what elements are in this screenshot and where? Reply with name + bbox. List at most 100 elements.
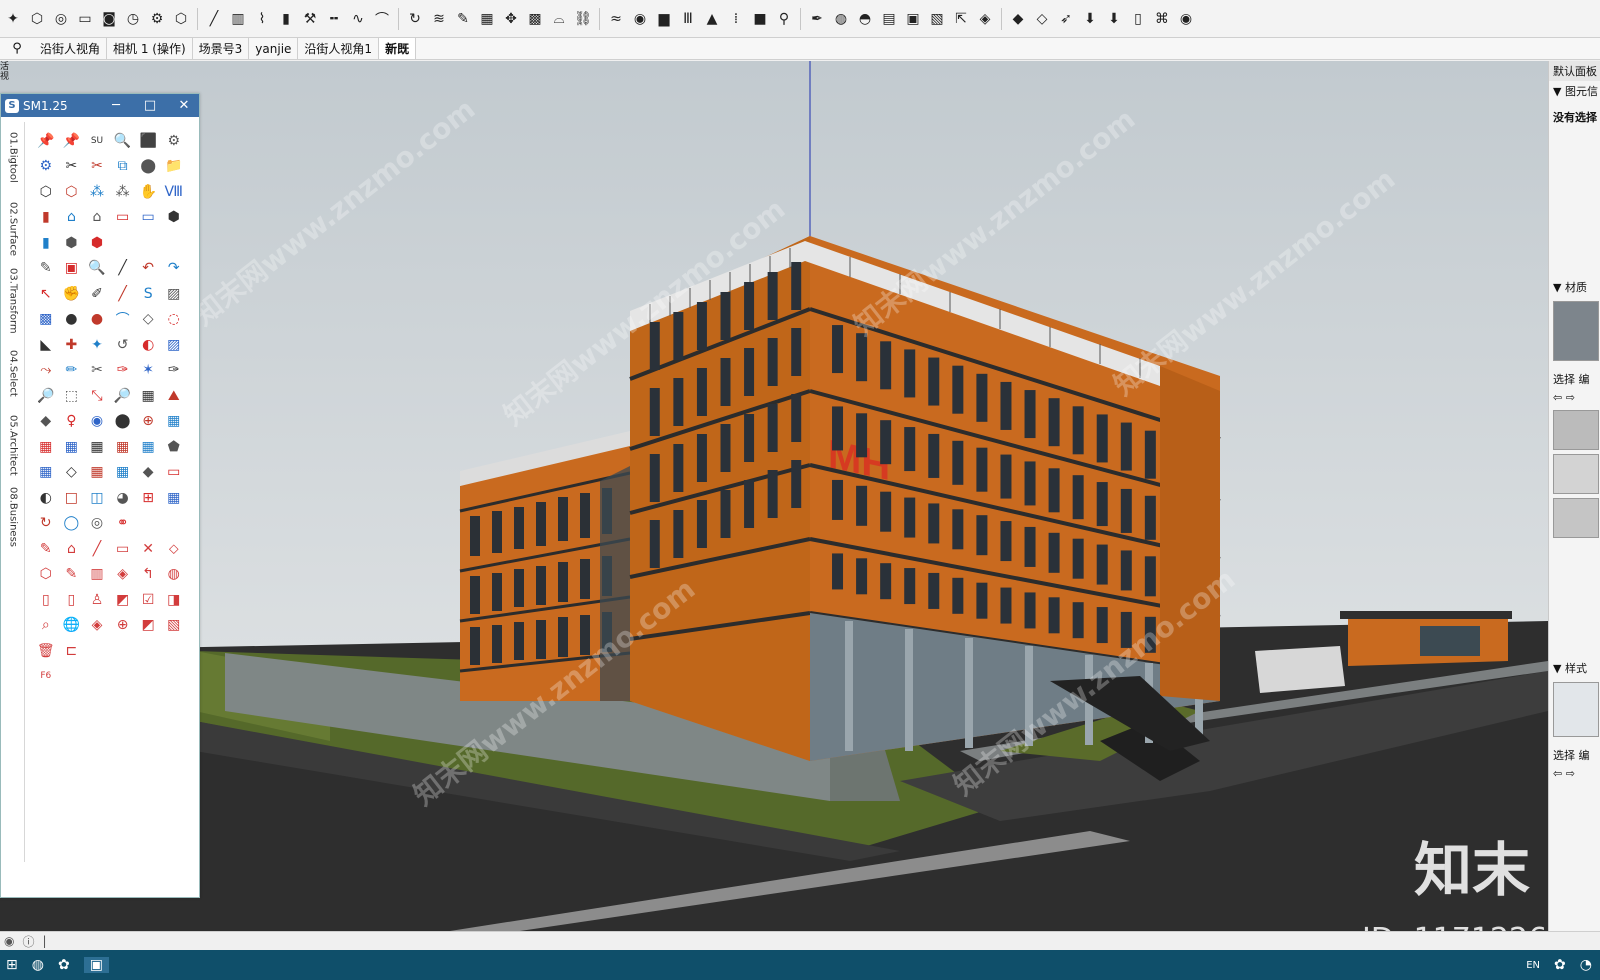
sm-tool-icon[interactable]: ↺ bbox=[110, 334, 136, 356]
sm-tool-icon[interactable]: ▭ bbox=[161, 461, 187, 483]
sm-tool-icon[interactable]: ✶ bbox=[135, 359, 161, 381]
circle-icon[interactable]: ◎ bbox=[50, 7, 72, 31]
sm-panel-titlebar[interactable]: S SM1.25 ─ □ ✕ bbox=[1, 94, 199, 117]
sm-tool-icon[interactable]: ⌂ bbox=[59, 538, 85, 560]
entity-info-header[interactable]: ▼ 图元信 bbox=[1549, 81, 1600, 101]
sm-tool-icon[interactable]: ▥ bbox=[84, 563, 110, 585]
curve-icon[interactable]: ∿ bbox=[347, 7, 369, 31]
sm-tool-icon[interactable]: ▯ bbox=[33, 589, 59, 611]
sm-tool-icon[interactable]: ⧉ bbox=[110, 155, 136, 177]
materials-select-tab[interactable]: 选择 编 bbox=[1549, 369, 1600, 389]
tag-icon[interactable]: ◆ bbox=[1007, 7, 1029, 31]
sm-tool-icon[interactable]: ⁂ bbox=[110, 181, 136, 203]
sm-tool-icon[interactable]: ✋ bbox=[135, 181, 161, 203]
sm-tool-icon[interactable]: ✦ bbox=[84, 334, 110, 356]
sm-tool-icon[interactable]: ◐ bbox=[135, 334, 161, 356]
sm-tool-icon[interactable]: ⤳ bbox=[33, 359, 59, 381]
export-icon[interactable]: ⇱ bbox=[950, 7, 972, 31]
sm-tool-icon[interactable]: 🗑 bbox=[33, 640, 59, 662]
sm-tool-icon[interactable]: ⊏ bbox=[59, 640, 85, 662]
sm-tool-icon[interactable]: ⚭ bbox=[110, 512, 136, 534]
sm-tool-icon[interactable]: ⌕ bbox=[33, 614, 59, 636]
sm-tool-icon[interactable]: ▮ bbox=[33, 206, 59, 228]
bars-icon[interactable]: ▮ bbox=[275, 7, 297, 31]
sm-tool-icon[interactable]: ✑ bbox=[161, 359, 187, 381]
sm-tool-icon[interactable]: ╱ bbox=[110, 257, 136, 279]
sm-tool-icon[interactable]: 🔍 bbox=[110, 130, 136, 152]
language-indicator[interactable]: EN bbox=[1526, 960, 1540, 971]
sm-tab[interactable]: 01.Bigtool bbox=[3, 122, 23, 192]
sm-tool-icon[interactable]: ◇ bbox=[135, 308, 161, 330]
sm-tool-icon[interactable]: ◐ bbox=[33, 487, 59, 509]
tray-app-icon[interactable]: ✿ bbox=[1554, 957, 1566, 973]
sm-tool-icon[interactable]: ▭ bbox=[135, 206, 161, 228]
sm-tool-icon[interactable]: ◍ bbox=[161, 563, 187, 585]
sm-tool-icon[interactable]: ▭ bbox=[110, 538, 136, 560]
sm-tool-icon[interactable]: ⬛ bbox=[135, 130, 161, 152]
sm-tool-icon[interactable]: ⊕ bbox=[135, 410, 161, 432]
camera-icon[interactable]: ◙ bbox=[98, 7, 120, 31]
sm-tool-icon[interactable]: ✎ bbox=[33, 257, 59, 279]
sm-tool-icon[interactable]: ⬡ bbox=[33, 563, 59, 585]
sm-tab[interactable]: 03.Transform bbox=[3, 266, 23, 336]
sm-tool-icon[interactable]: ▦ bbox=[110, 461, 136, 483]
material-swatch[interactable] bbox=[1553, 410, 1599, 450]
sm-tool-icon[interactable]: ▨ bbox=[161, 283, 187, 305]
sm-tool-icon[interactable]: ▩ bbox=[33, 308, 59, 330]
sm-tool-icon[interactable]: ▣ bbox=[59, 257, 85, 279]
tree-icon[interactable]: ⌘ bbox=[1151, 7, 1173, 31]
target-icon[interactable]: ◉ bbox=[629, 7, 651, 31]
column-icon[interactable]: Ⅲ bbox=[677, 7, 699, 31]
sm-tool-icon[interactable]: ☑ bbox=[135, 589, 161, 611]
scene-icon[interactable]: ▧ bbox=[926, 7, 948, 31]
sm-tool-icon[interactable]: ▦ bbox=[84, 436, 110, 458]
gear-icon[interactable]: ⚙ bbox=[146, 7, 168, 31]
eye-icon[interactable]: ◉ bbox=[1175, 7, 1197, 31]
sm-tab[interactable]: 08.Business bbox=[3, 482, 23, 552]
material-preview[interactable] bbox=[1553, 301, 1599, 361]
sm-tool-icon[interactable]: ● bbox=[84, 308, 110, 330]
sm-tool-icon[interactable]: ▦ bbox=[59, 436, 85, 458]
layout-icon[interactable]: ▣ bbox=[902, 7, 924, 31]
table-icon[interactable]: ▤ bbox=[878, 7, 900, 31]
arc-icon[interactable]: ⌒ bbox=[371, 7, 393, 31]
cube-outline-icon[interactable]: ⬡ bbox=[170, 7, 192, 31]
sm-tool-icon[interactable]: Ⅷ bbox=[161, 181, 187, 203]
sm-tool-icon[interactable]: ⛰ bbox=[161, 385, 187, 407]
sm-tool-icon[interactable]: ⬢ bbox=[161, 206, 187, 228]
sm-tool-icon[interactable]: ◫ bbox=[84, 487, 110, 509]
sm-tool-icon[interactable]: ◆ bbox=[33, 410, 59, 432]
sm-tool-icon[interactable]: ⊞ bbox=[135, 487, 161, 509]
sm-tool-icon[interactable]: ▦ bbox=[33, 436, 59, 458]
sm-tool-icon[interactable]: ↷ bbox=[161, 257, 187, 279]
info-icon[interactable]: ⓘ bbox=[22, 933, 34, 950]
sm-tool-icon[interactable]: ↶ bbox=[135, 257, 161, 279]
sm-tool-icon[interactable]: ⬢ bbox=[84, 232, 110, 254]
pipe-icon[interactable]: ≋ bbox=[428, 7, 450, 31]
sm-tool-icon[interactable]: SU bbox=[84, 130, 110, 152]
sm-tool-icon[interactable]: ↻ bbox=[33, 512, 59, 534]
sm-tool-icon[interactable]: ◆ bbox=[135, 461, 161, 483]
pen-icon[interactable]: ✒ bbox=[806, 7, 828, 31]
sm-tool-icon[interactable]: ◩ bbox=[135, 614, 161, 636]
minimize-button[interactable]: ─ bbox=[101, 98, 131, 113]
sm-tool-icon[interactable]: ⚙ bbox=[161, 130, 187, 152]
sm-tool-icon[interactable]: ╱ bbox=[84, 538, 110, 560]
block-icon[interactable]: ■ bbox=[749, 7, 771, 31]
sm-tool-icon[interactable]: 🔍 bbox=[84, 257, 110, 279]
sm-tool-icon[interactable]: ◣ bbox=[33, 334, 59, 356]
sm-tool-icon[interactable]: ⌒ bbox=[110, 308, 136, 330]
3d-viewport[interactable]: MH 知末网www.znzmo.com 知末网www.znzmo.com 知末网… bbox=[0, 61, 1548, 931]
doc-icon[interactable]: ▯ bbox=[1127, 7, 1149, 31]
sm-tool-icon[interactable]: 📌 bbox=[59, 130, 85, 152]
material-swatch[interactable] bbox=[1553, 454, 1599, 494]
sm-tool-icon[interactable]: ↰ bbox=[135, 563, 161, 585]
sm-tool-icon[interactable]: ▦ bbox=[161, 487, 187, 509]
line-icon[interactable]: ╱ bbox=[203, 7, 225, 31]
sm-tool-icon[interactable]: 📌 bbox=[33, 130, 59, 152]
pin-icon[interactable]: ⚲ bbox=[773, 7, 795, 31]
pattern-icon[interactable]: ▩ bbox=[524, 7, 546, 31]
ruler-icon[interactable]: ╍ bbox=[323, 7, 345, 31]
maximize-button[interactable]: □ bbox=[135, 98, 165, 113]
app-icon[interactable]: ✦ bbox=[2, 7, 24, 31]
